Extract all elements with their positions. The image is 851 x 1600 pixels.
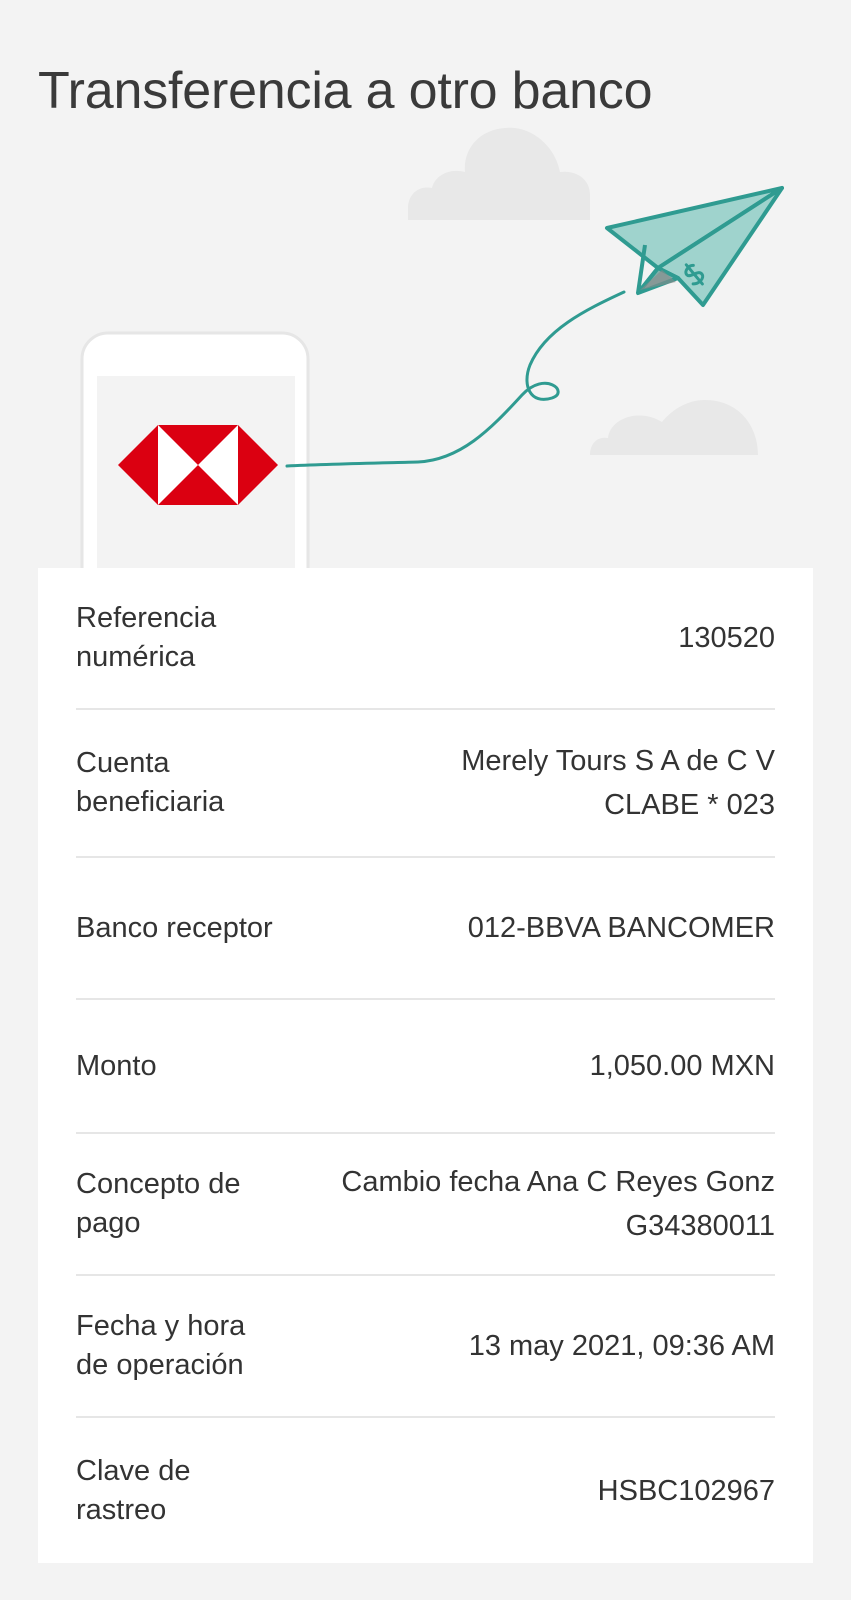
detail-value: HSBC102967 <box>276 1469 775 1513</box>
detail-label: Referencia numérica <box>76 602 217 673</box>
paper-plane-icon <box>605 186 784 307</box>
detail-value: 1,050.00 MXN <box>276 1044 775 1088</box>
detail-value: Merely Tours S A de C V CLABE * 023 <box>276 739 775 827</box>
detail-row-clave-rastreo: Clave de rastreo HSBC102967 <box>76 1418 775 1563</box>
detail-value-line: 1,050.00 MXN <box>589 1050 775 1082</box>
cloud-icon <box>590 400 758 455</box>
detail-row-banco-receptor: Banco receptor 012-BBVA BANCOMER <box>76 858 775 1000</box>
cloud-icon <box>408 127 590 220</box>
detail-label: Concepto de pago <box>76 1168 241 1239</box>
detail-value: 13 may 2021, 09:36 AM <box>276 1324 775 1368</box>
detail-label: Clave de rastreo <box>76 1454 191 1526</box>
detail-value-line: 130520 <box>678 622 775 654</box>
detail-value: 012-BBVA BANCOMER <box>276 906 775 950</box>
detail-value-line: 012-BBVA BANCOMER <box>467 912 775 944</box>
detail-row-referencia: Referencia numérica 130520 <box>76 568 775 710</box>
detail-row-monto: Monto 1,050.00 MXN <box>76 1000 775 1134</box>
transfer-details-card: Referencia numérica 130520 Cuenta benefi… <box>38 568 813 1563</box>
detail-row-fecha-hora: Fecha y hora de operación 13 may 2021, 0… <box>76 1276 775 1418</box>
detail-value-line: HSBC102967 <box>597 1474 775 1507</box>
detail-label: Fecha y hora de operación <box>76 1310 246 1381</box>
detail-label: Cuenta beneficiaria <box>76 747 225 818</box>
detail-value-line: 13 may 2021, 09:36 AM <box>468 1330 775 1362</box>
detail-value: 130520 <box>276 616 775 660</box>
detail-value-line: Cambio fecha Ana C Reyes Gonz <box>341 1166 775 1198</box>
detail-value-line: G34380011 <box>625 1210 775 1242</box>
detail-value-line: CLABE * 023 <box>604 789 775 821</box>
detail-row-concepto-pago: Concepto de pago Cambio fecha Ana C Reye… <box>76 1134 775 1276</box>
detail-value-line: Merely Tours S A de C V <box>461 745 775 777</box>
transfer-illustration <box>0 0 851 570</box>
detail-label: Banco receptor <box>76 911 273 944</box>
detail-row-cuenta-beneficiaria: Cuenta beneficiaria Merely Tours S A de … <box>76 710 775 858</box>
detail-value: Cambio fecha Ana C Reyes Gonz G34380011 <box>276 1160 775 1248</box>
flight-path <box>285 290 626 468</box>
detail-label: Monto <box>76 1049 157 1082</box>
